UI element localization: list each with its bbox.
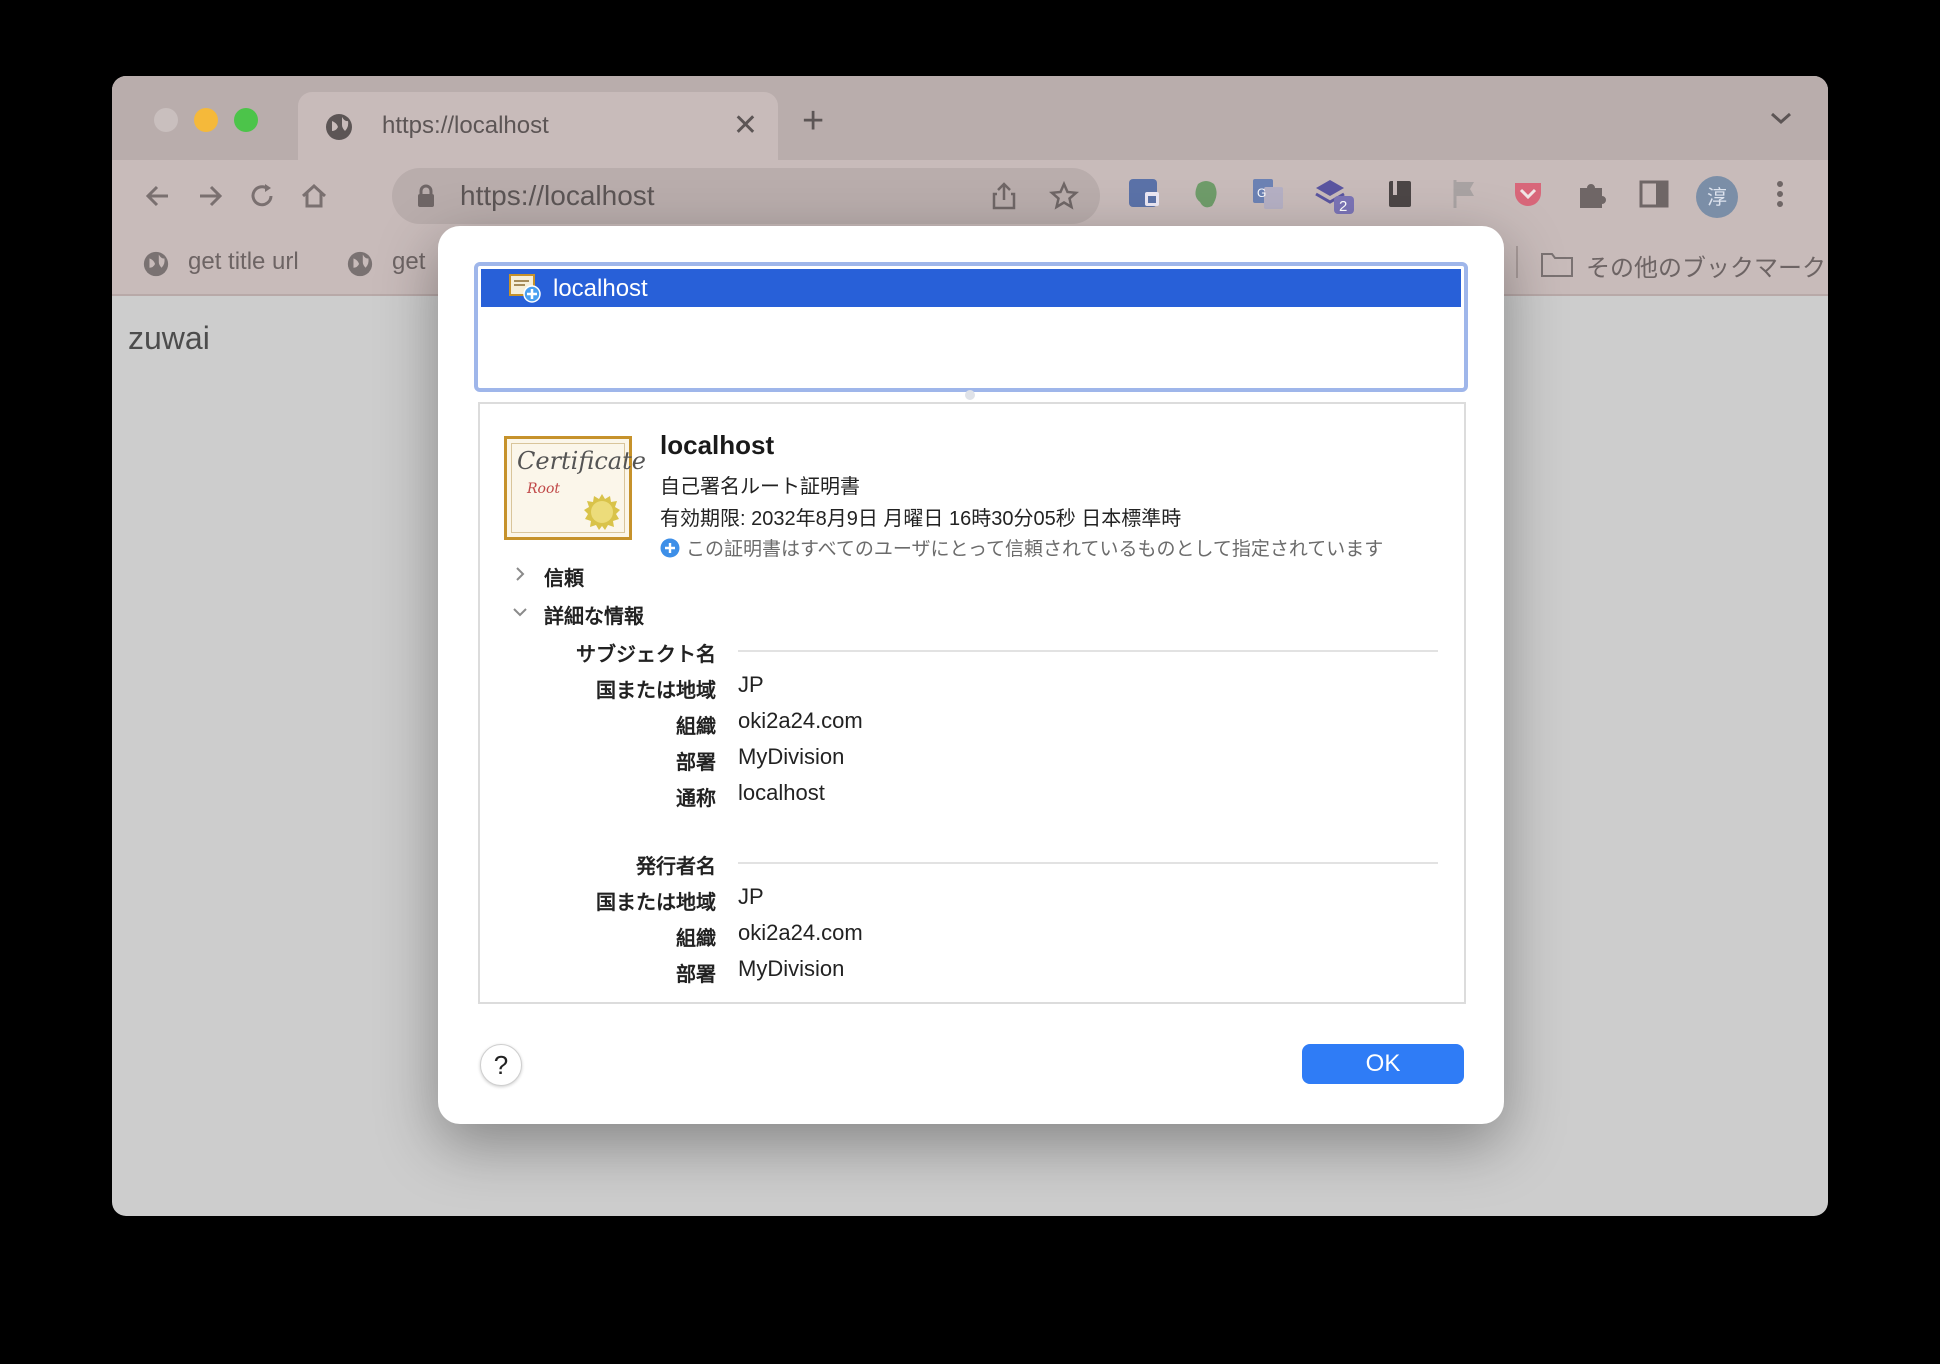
address-url[interactable]: https://localhost <box>460 180 655 212</box>
field-key: 通称 <box>676 788 716 810</box>
bitwarden-extension-icon[interactable] <box>1126 176 1162 212</box>
globe-icon <box>347 251 373 277</box>
certificate-trust-note: この証明書はすべてのユーザにとって信頼されているものとして指定されています <box>686 539 1384 560</box>
lock-icon[interactable] <box>416 184 436 208</box>
field-value: MyDivision <box>738 744 845 769</box>
certificate-list-label: localhost <box>553 275 648 302</box>
certificate-image-subtitle: Root <box>527 481 561 497</box>
split-view-handle[interactable] <box>965 390 975 400</box>
reload-icon[interactable] <box>246 180 278 212</box>
issuer-heading: 発行者名 <box>636 856 716 878</box>
certificate-expiry: 有効期限: 2032年8月9日 月曜日 16時30分05秒 日本標準時 <box>660 508 1182 530</box>
more-menu-icon[interactable] <box>1772 176 1788 212</box>
certificate-dialog: localhost Certificate Root localhost 自己署… <box>438 226 1504 1124</box>
layers-extension-icon[interactable]: 2 <box>1312 172 1356 216</box>
field-value: oki2a24.com <box>738 920 863 945</box>
field-value: JP <box>738 884 764 909</box>
field-key: 国または地域 <box>596 892 716 914</box>
chevron-down-icon[interactable] <box>510 602 530 622</box>
field-key: 国または地域 <box>596 680 716 702</box>
new-tab-button[interactable]: + <box>802 102 824 140</box>
address-bar[interactable]: https://localhost <box>392 168 1100 224</box>
svg-text:G: G <box>1257 186 1266 200</box>
close-window-button[interactable] <box>154 108 178 132</box>
profile-avatar[interactable]: 淳 <box>1696 176 1738 218</box>
book-extension-icon[interactable] <box>1382 176 1418 212</box>
trusted-plus-icon <box>660 538 680 558</box>
ok-button[interactable]: OK <box>1302 1044 1464 1084</box>
bookmark-star-icon[interactable] <box>1048 180 1080 212</box>
certificate-trusted-icon <box>509 274 541 303</box>
page-content-text: zuwai <box>128 320 210 356</box>
chevron-right-icon[interactable] <box>510 564 530 584</box>
certificate-image-title: Certificate <box>517 447 646 475</box>
tab-search-chevron-icon[interactable] <box>1768 108 1794 128</box>
evernote-extension-icon[interactable] <box>1188 176 1224 212</box>
browser-toolbar: https://localhost G 2 淳 <box>112 160 1828 230</box>
extension-badge-count: 2 <box>1339 198 1347 215</box>
seal-icon <box>584 494 620 530</box>
browser-tab[interactable]: https://localhost ✕ <box>298 92 778 160</box>
certificate-list-row-selected[interactable]: localhost <box>481 269 1461 307</box>
extensions-puzzle-icon[interactable] <box>1574 176 1610 212</box>
bookmark-item[interactable]: get title url <box>188 248 299 276</box>
field-key: 組織 <box>676 928 716 950</box>
folder-icon <box>1541 253 1573 277</box>
tab-title: https://localhost <box>382 112 549 139</box>
field-key: 組織 <box>676 716 716 738</box>
field-value: localhost <box>738 780 825 805</box>
flag-extension-icon[interactable] <box>1446 176 1482 212</box>
help-button[interactable]: ? <box>480 1044 522 1086</box>
title-bar: https://localhost ✕ + <box>112 76 1828 160</box>
bookmarks-divider <box>1516 246 1518 278</box>
trust-section-toggle[interactable]: 信頼 <box>544 562 584 591</box>
globe-icon <box>326 114 352 140</box>
minimize-window-button[interactable] <box>194 108 218 132</box>
share-icon[interactable] <box>988 180 1020 212</box>
certificate-kind: 自己署名ルート証明書 <box>660 476 860 498</box>
globe-icon <box>143 251 169 277</box>
back-arrow-icon[interactable] <box>142 180 174 212</box>
certificate-name: localhost <box>660 430 775 460</box>
subject-divider <box>738 650 1438 652</box>
close-tab-icon[interactable]: ✕ <box>733 108 758 143</box>
bookmark-item[interactable]: get <box>392 248 425 276</box>
field-value: JP <box>738 672 764 697</box>
field-key: 部署 <box>676 964 716 986</box>
field-key: 部署 <box>676 752 716 774</box>
side-panel-icon[interactable] <box>1636 176 1672 212</box>
details-section-toggle[interactable]: 詳細な情報 <box>544 600 644 629</box>
field-value: MyDivision <box>738 956 845 981</box>
forward-arrow-icon[interactable] <box>194 180 226 212</box>
google-translate-extension-icon[interactable]: G <box>1250 176 1286 212</box>
home-icon[interactable] <box>298 180 330 212</box>
subject-heading: サブジェクト名 <box>576 644 716 666</box>
other-bookmarks-folder[interactable]: その他のブックマーク <box>1586 248 1826 283</box>
pocket-extension-icon[interactable] <box>1510 176 1546 212</box>
certificate-image: Certificate Root <box>504 436 646 540</box>
field-value: oki2a24.com <box>738 708 863 733</box>
certificate-detail-panel[interactable]: Certificate Root localhost 自己署名ルート証明書 有効… <box>478 402 1466 1004</box>
maximize-window-button[interactable] <box>234 108 258 132</box>
issuer-divider <box>738 862 1438 864</box>
certificate-list[interactable]: localhost <box>474 262 1468 392</box>
